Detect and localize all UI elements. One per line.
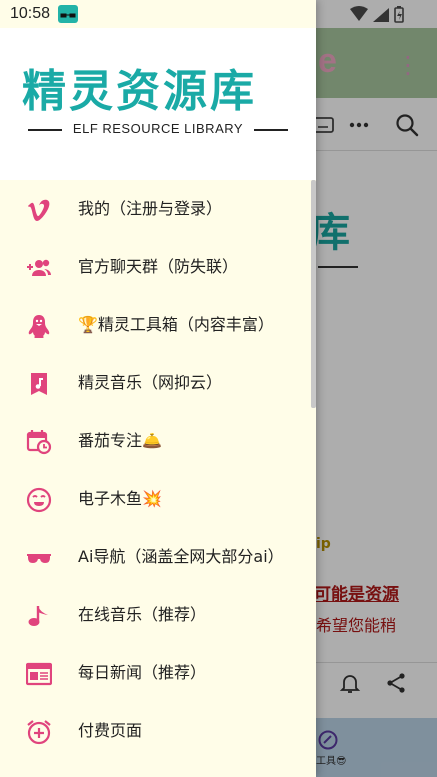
menu-item-elf-music[interactable]: 精灵音乐（网抑云） [0,354,310,412]
battery-icon [394,6,404,23]
alarm-add-icon [26,719,52,745]
logo-subtitle-left-rule [28,129,62,131]
logo-subtitle-text: ELF RESOURCE LIBRARY [72,121,244,136]
menu-item-label: 官方聊天群（防失联） [78,257,239,276]
music-note-icon [26,371,52,397]
eighth-note-icon [26,603,52,629]
vimeo-icon [26,197,52,223]
navigation-drawer: 精灵资源库 ELF RESOURCE LIBRARY 我的（注册与登录） 官方聊… [0,0,316,777]
status-bar: 10:58 [0,0,437,28]
menu-item-online-music[interactable]: 在线音乐（推荐） [0,586,310,644]
notification-app-icon [58,5,78,23]
menu-item-label: 电子木鱼💥 [78,489,162,508]
add-group-icon [26,255,52,281]
menu-item-label: 番茄专注🛎️ [78,431,162,450]
newspaper-icon [26,661,52,687]
wifi-icon [350,6,368,21]
logo-title: 精灵资源库 [22,66,257,117]
menu-item-label: 付费页面 [78,721,143,740]
sunglasses-icon [26,545,52,571]
signal-icon [373,8,389,22]
menu-item-label: 精灵音乐（网抑云） [78,373,223,392]
status-time: 10:58 [10,5,51,22]
logo-subtitle-right-rule [254,129,288,131]
status-icons [350,6,404,23]
menu-item-label: 每日新闻（推荐） [78,663,207,682]
menu-item-wooden-fish[interactable]: 电子木鱼💥 [0,470,310,528]
calendar-clock-icon [26,429,52,455]
menu-item-paid-page[interactable]: 付费页面 [0,702,310,760]
menu-item-label: 我的（注册与登录） [78,199,223,218]
logo-subtitle: ELF RESOURCE LIBRARY [28,120,288,138]
penguin-icon [26,313,52,339]
menu-item-toolbox[interactable]: 🏆精灵工具箱（内容丰富） [0,296,310,354]
drawer-scrollbar[interactable] [311,180,316,408]
menu-item-chat-group[interactable]: 官方聊天群（防失联） [0,238,310,296]
menu-item-ai-navigation[interactable]: Ai导航（涵盖全网大部分ai） [0,528,310,586]
menu-item-label: Ai导航（涵盖全网大部分ai） [78,547,284,566]
menu-item-label: 🏆精灵工具箱（内容丰富） [78,315,274,334]
menu-item-my-account[interactable]: 我的（注册与登录） [0,180,310,238]
menu-item-pomodoro[interactable]: 番茄专注🛎️ [0,412,310,470]
menu-item-label: 在线音乐（推荐） [78,605,207,624]
emoji-tongue-icon [26,487,52,513]
menu-item-daily-news[interactable]: 每日新闻（推荐） [0,644,310,702]
